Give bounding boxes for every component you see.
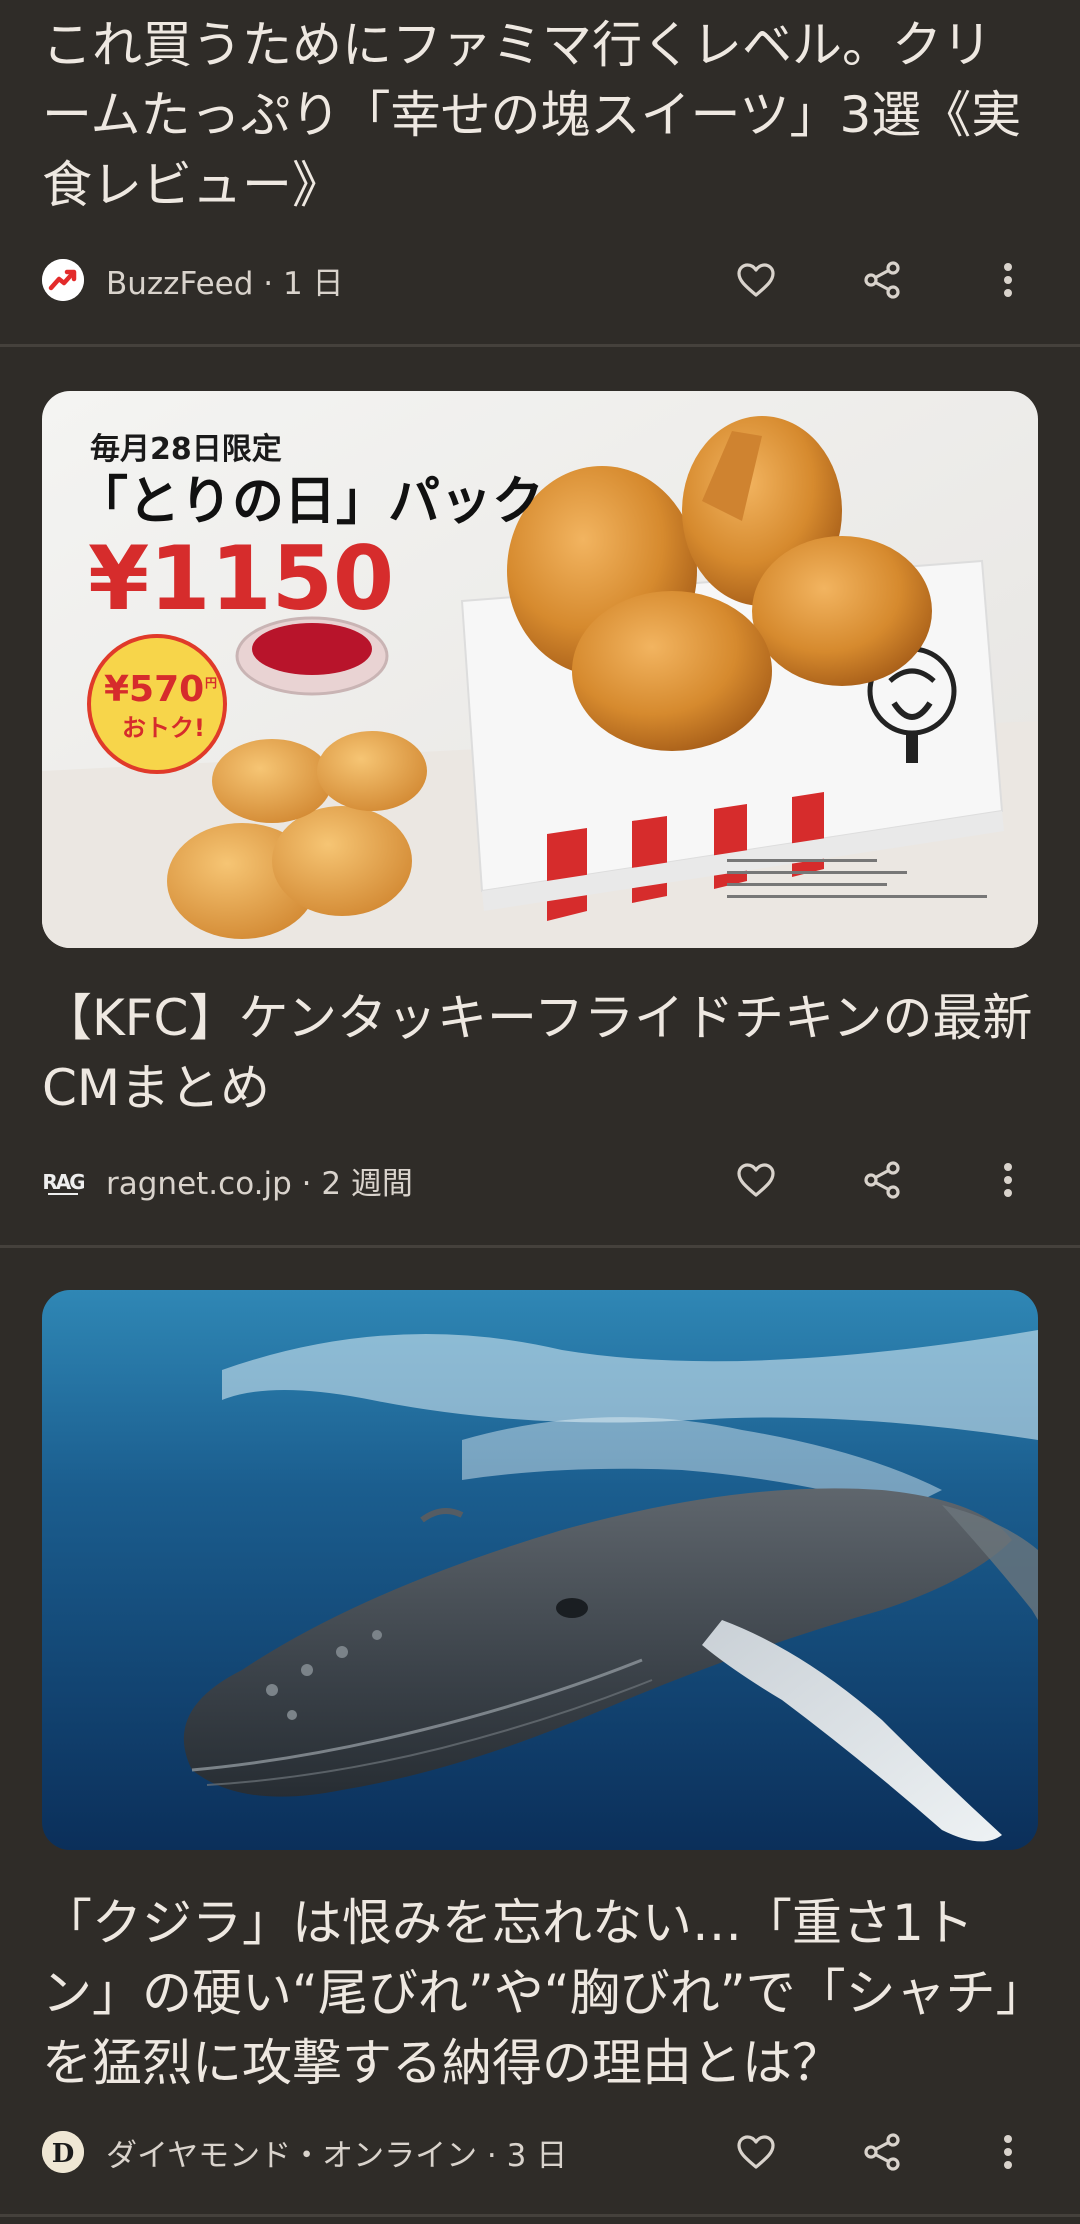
ragnet-logo-icon: RAG [42, 1159, 84, 1201]
diamond-online-logo-icon: D [42, 2131, 84, 2173]
article-image-whale[interactable] [42, 1290, 1038, 1850]
heart-icon [737, 2135, 775, 2169]
source-name: BuzzFeed [106, 265, 254, 302]
article-title[interactable]: 「クジラ」は恨みを忘れない…「重さ1トン」の硬い“尾びれ”や“胸びれ”で「シャチ… [42, 1888, 1038, 2098]
heart-icon [737, 263, 775, 297]
more-vert-icon [1004, 1163, 1012, 1197]
article-card[interactable]: 「クジラ」は恨みを忘れない…「重さ1トン」の硬い“尾びれ”や“胸びれ”で「シャチ… [0, 1248, 1080, 2224]
kfc-price: ¥1150 [88, 527, 394, 630]
like-button[interactable] [726, 250, 786, 310]
kfc-badge-text: おトク! [122, 714, 205, 742]
heart-icon [737, 1163, 775, 1197]
article-actions [660, 2122, 1038, 2182]
article-actions [660, 250, 1038, 310]
article-meta: RAG ragnet.co.jp · 2 週間 [42, 1150, 1038, 1210]
article-age: 3 日 [506, 2137, 568, 2174]
share-icon [864, 2133, 900, 2171]
kfc-badge-amount: ¥570 [104, 669, 204, 710]
kfc-badge-suffix: 円 [205, 676, 217, 690]
article-meta: D ダイヤモンド・オンライン · 3 日 [42, 2122, 1038, 2182]
share-button[interactable] [852, 2122, 912, 2182]
meta-separator: · [291, 1165, 322, 1202]
kfc-caption-small: 毎月28日限定 [90, 432, 282, 467]
more-vert-icon [1004, 2135, 1012, 2169]
more-vert-icon [1004, 263, 1012, 297]
article-card[interactable]: これ買うためにファミマ行くレベル。クリームたっぷり「幸せの塊スイーツ」3選《実食… [0, 0, 1080, 346]
article-image-kfc[interactable]: 毎月28日限定 「とりの日」パック ¥1150 ¥570 円 おトク! [42, 391, 1038, 948]
article-age: 1 日 [282, 265, 344, 302]
article-title[interactable]: これ買うためにファミマ行くレベル。クリームたっぷり「幸せの塊スイーツ」3選《実食… [42, 10, 1038, 220]
share-button[interactable] [852, 1150, 912, 1210]
buzzfeed-logo-icon [42, 259, 84, 301]
article-title[interactable]: 【KFC】ケンタッキーフライドチキンの最新CMまとめ [42, 983, 1038, 1123]
article-actions [660, 1150, 1038, 1210]
article-age: 2 週間 [321, 1165, 413, 1202]
share-icon [864, 261, 900, 299]
meta-separator: · [477, 2137, 507, 2174]
kfc-caption-big: 「とりの日」パック [76, 472, 544, 532]
like-button[interactable] [726, 2122, 786, 2182]
source-name: ragnet.co.jp [106, 1165, 292, 1202]
svg-text:D: D [52, 2139, 75, 2169]
source-name: ダイヤモンド・オンライン [106, 2137, 478, 2174]
more-options-button[interactable] [978, 1150, 1038, 1210]
meta-separator: · [253, 265, 283, 302]
like-button[interactable] [726, 1150, 786, 1210]
share-icon [864, 1161, 900, 1199]
article-card[interactable]: 毎月28日限定 「とりの日」パック ¥1150 ¥570 円 おトク! 【KFC… [0, 347, 1080, 1247]
article-meta: BuzzFeed · 1 日 [42, 250, 1038, 310]
share-button[interactable] [852, 250, 912, 310]
news-feed: これ買うためにファミマ行くレベル。クリームたっぷり「幸せの塊スイーツ」3選《実食… [0, 0, 1080, 2224]
more-options-button[interactable] [978, 250, 1038, 310]
card-divider [0, 2214, 1080, 2217]
more-options-button[interactable] [978, 2122, 1038, 2182]
svg-text:RAG: RAG [42, 1170, 84, 1194]
